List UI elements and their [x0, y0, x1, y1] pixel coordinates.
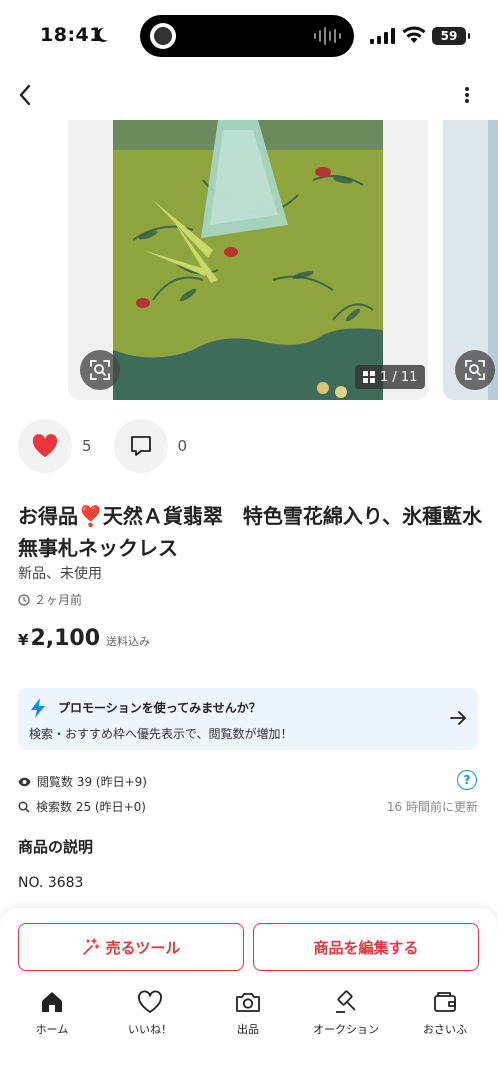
tab-likes-label: いいね！ [128, 1023, 172, 1036]
tab-auction[interactable]: オークション [301, 988, 391, 1037]
zoom-button[interactable] [80, 350, 120, 390]
comment-button[interactable] [113, 419, 168, 473]
next-photo-card[interactable] [443, 120, 498, 400]
eye-icon [18, 777, 31, 786]
tab-home[interactable]: ホーム [7, 988, 97, 1037]
shipping-label: 送料込み [106, 635, 151, 648]
audio-wave-icon [314, 27, 341, 45]
status-bar: 18:41 59 [0, 0, 498, 72]
item-price: 2,100 [30, 626, 101, 651]
like-button[interactable] [18, 419, 72, 473]
product-photo [113, 120, 383, 400]
heart-filled-icon [32, 434, 58, 457]
moon-icon [96, 27, 108, 42]
wifi-icon [402, 26, 426, 43]
view-count: 閲覧数 39 (昨日+9) [37, 775, 147, 789]
signal-icon [370, 28, 395, 44]
arrow-right-icon [450, 711, 466, 725]
image-counter: 1 / 11 [355, 365, 426, 389]
help-icon[interactable]: ? [457, 770, 477, 790]
currency-symbol: ¥ [18, 631, 29, 649]
sparkle-wand-icon [82, 938, 99, 955]
sell-tools-label: 売るツール [105, 938, 181, 957]
camera-icon [236, 993, 260, 1012]
bottom-action-panel: 売るツール 商品を編集する ホーム いいね！ 出品 オークション おさいふ [0, 908, 498, 1080]
edit-item-label: 商品を編集する [313, 938, 419, 957]
description-heading: 商品の説明 [18, 838, 94, 856]
item-title: お得品❣️天然Ａ貨翡翠 特色雪花綿入り、氷種藍水無事札ネックレス [18, 504, 483, 560]
description-text: NO. 3683 [18, 875, 84, 891]
view-count-row: 閲覧数 39 (昨日+9) [18, 773, 147, 790]
product-photo-card[interactable] [68, 120, 428, 400]
tab-listing[interactable]: 出品 [203, 988, 293, 1037]
search-count: 検索数 25 (昨日+0) [36, 800, 146, 814]
heart-icon [138, 990, 162, 1013]
sell-tools-button[interactable]: 売るツール [18, 923, 244, 971]
engagement-row: 5 0 [18, 418, 209, 474]
promotion-subtitle: 検索・おすすめ枠へ優先表示で、閲覧数が増加！ [29, 727, 293, 741]
tab-auction-label: オークション [313, 1023, 379, 1036]
battery-indicator: 59 [432, 27, 470, 45]
comment-icon [130, 436, 151, 456]
wallet-icon [434, 992, 456, 1012]
tab-wallet-label: おさいふ [423, 1023, 467, 1036]
chevron-left-icon [19, 84, 31, 106]
more-options-button[interactable] [452, 80, 482, 110]
search-count-row: 検索数 25 (昨日+0) [18, 798, 146, 815]
app-activity-icon [150, 23, 176, 49]
price-row: ¥ 2,100 送料込み [18, 626, 150, 651]
grid-icon [363, 371, 375, 383]
home-icon [42, 992, 62, 1012]
promotion-title: プロモーションを使ってみませんか？ [58, 701, 261, 715]
posted-time: ２ヶ月前 [18, 591, 82, 608]
comment-count: 0 [177, 437, 188, 455]
scan-zoom-icon [465, 360, 485, 380]
promotion-banner[interactable]: プロモーションを使ってみませんか？ 検索・おすすめ枠へ優先表示で、閲覧数が増加！ [18, 688, 478, 750]
back-button[interactable] [10, 80, 40, 110]
edit-item-button[interactable]: 商品を編集する [253, 923, 479, 971]
like-count: 5 [82, 437, 92, 455]
more-vertical-icon [465, 87, 469, 103]
dynamic-island [140, 15, 354, 57]
tab-listing-label: 出品 [237, 1023, 259, 1036]
lightning-icon [31, 698, 45, 718]
tab-home-label: ホーム [35, 1023, 69, 1036]
updated-time: 16 時間前に更新 [386, 800, 478, 814]
tab-bar: ホーム いいね！ 出品 オークション おさいふ [0, 988, 498, 1048]
search-icon [18, 801, 30, 812]
image-carousel[interactable] [0, 120, 498, 400]
zoom-button-next[interactable] [455, 350, 495, 390]
tab-likes[interactable]: いいね！ [105, 988, 195, 1037]
clock-icon [18, 593, 30, 606]
posted-time-text: ２ヶ月前 [34, 593, 83, 607]
gavel-icon [336, 990, 356, 1013]
item-condition: 新品、未使用 [18, 566, 102, 582]
tab-wallet[interactable]: おさいふ [400, 988, 490, 1037]
scan-zoom-icon [90, 360, 110, 380]
image-counter-text: 1 / 11 [380, 369, 418, 385]
